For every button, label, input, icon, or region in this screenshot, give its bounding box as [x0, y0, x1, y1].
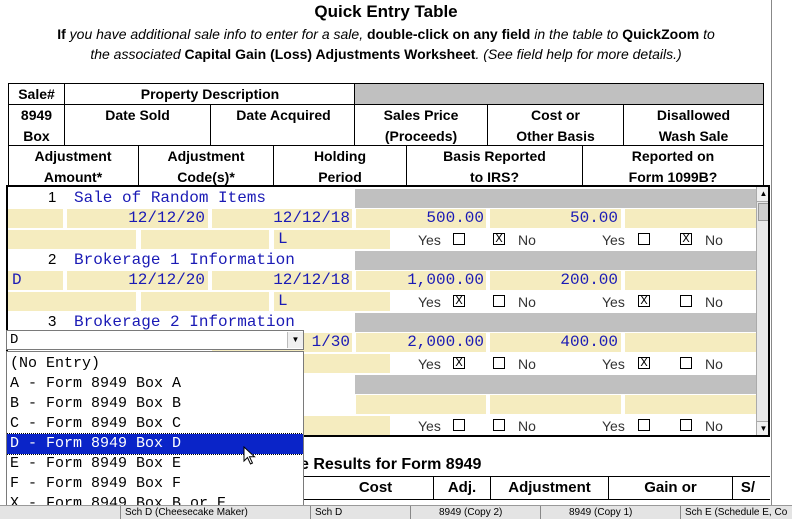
yes-label: Yes: [602, 418, 625, 434]
sales-price-field[interactable]: 500.00: [356, 209, 484, 227]
dropdown-option[interactable]: (No Entry): [7, 354, 303, 374]
header-table: Sale# Property Description 8949 Box Date …: [8, 83, 764, 186]
reported-no-checkbox[interactable]: [680, 295, 692, 307]
sale-number: 3: [48, 313, 57, 330]
mouse-cursor-icon: [243, 446, 256, 465]
table-row[interactable]: 1 Sale of Random Items 12/12/20 12/12/18…: [8, 187, 756, 249]
dropdown-option[interactable]: F - Form 8949 Box F: [7, 474, 303, 494]
basis-no-checkbox[interactable]: [493, 419, 505, 431]
no-label: No: [705, 356, 723, 372]
date-sold-field[interactable]: 12/12/20: [67, 271, 205, 289]
table-row[interactable]: 2 Brokerage 1 Information D 12/12/20 12/…: [8, 249, 756, 311]
no-label: No: [518, 294, 536, 310]
reported-yes-checkbox[interactable]: X: [638, 357, 650, 369]
no-label: No: [705, 294, 723, 310]
basis-no-checkbox[interactable]: X: [493, 233, 505, 245]
summary-col-cost: Cost: [358, 479, 393, 496]
description-field[interactable]: Brokerage 2 Information: [74, 313, 295, 331]
header-holding-period: Holding Period: [313, 148, 367, 185]
header-sale-num: Sale#: [18, 86, 55, 102]
date-acquired-field[interactable]: 12/12/18: [212, 271, 350, 289]
basis-no-checkbox[interactable]: [493, 357, 505, 369]
yes-label: Yes: [418, 356, 441, 372]
header-date-acquired: Date Acquired: [236, 107, 331, 123]
reported-yes-checkbox[interactable]: [638, 233, 650, 245]
scroll-thumb[interactable]: [758, 203, 768, 221]
header-reported-1099b: Reported on Form 1099B?: [628, 148, 718, 185]
header-adjustment-amount: Adjustment Amount*: [34, 148, 112, 185]
intro-line-1: If you have additional sale info to ente…: [57, 26, 715, 42]
sales-price-field[interactable]: 2,000.00: [356, 333, 484, 351]
scroll-down-button[interactable]: ▼: [757, 421, 768, 435]
header-sales-price: Sales Price (Proceeds): [383, 107, 459, 144]
no-label: No: [518, 356, 536, 372]
tab-sch-d[interactable]: Sch D: [310, 506, 410, 519]
vertical-scrollbar[interactable]: ▲ ▼: [756, 187, 768, 435]
header-cost-basis: Cost or Other Basis: [516, 107, 595, 144]
reported-no-checkbox[interactable]: X: [680, 233, 692, 245]
box-field[interactable]: D: [12, 271, 22, 289]
yes-label: Yes: [602, 356, 625, 372]
no-label: No: [705, 232, 723, 248]
dropdown-option[interactable]: C - Form 8949 Box C: [7, 414, 303, 434]
tab-8949-copy-1[interactable]: 8949 (Copy 1): [540, 506, 680, 519]
scroll-up-button[interactable]: ▲: [757, 187, 768, 202]
reported-yes-checkbox[interactable]: X: [638, 295, 650, 307]
page-title: Quick Entry Table: [314, 2, 458, 21]
header-date-sold: Date Sold: [105, 107, 170, 123]
cost-field[interactable]: 200.00: [490, 271, 618, 289]
no-label: No: [518, 418, 536, 434]
description-field[interactable]: Sale of Random Items: [74, 189, 266, 207]
summary-col-gain: Gain or: [644, 479, 697, 496]
tab-8949-copy-2[interactable]: 8949 (Copy 2): [410, 506, 540, 519]
basis-yes-checkbox[interactable]: X: [453, 357, 465, 369]
dropdown-list[interactable]: (No Entry) A - Form 8949 Box A B - Form …: [6, 351, 304, 514]
no-label: No: [705, 418, 723, 434]
tab-sch-d-cheesecake[interactable]: Sch D (Cheesecake Maker): [120, 506, 310, 519]
sales-price-field[interactable]: 1,000.00: [356, 271, 484, 289]
no-label: No: [518, 232, 536, 248]
yes-label: Yes: [602, 232, 625, 248]
yes-label: Yes: [418, 232, 441, 248]
intro-line-2: the associated Capital Gain (Loss) Adjus…: [90, 46, 682, 62]
dropdown-option[interactable]: A - Form 8949 Box A: [7, 374, 303, 394]
holding-period-field[interactable]: L: [278, 230, 288, 248]
sale-number: 2: [48, 251, 57, 268]
summary-col-s: S/: [740, 479, 756, 496]
basis-yes-checkbox[interactable]: X: [453, 295, 465, 307]
summary-col-adjustment: Adjustment: [508, 479, 591, 496]
date-acquired-field[interactable]: 12/12/18: [212, 209, 350, 227]
yes-label: Yes: [602, 294, 625, 310]
dropdown-option[interactable]: E - Form 8949 Box E: [7, 454, 303, 474]
basis-yes-checkbox[interactable]: [453, 233, 465, 245]
tab-sch-e[interactable]: Sch E (Schedule E, Co: [680, 506, 792, 519]
basis-no-checkbox[interactable]: [493, 295, 505, 307]
box-dropdown[interactable]: D ▼: [6, 330, 304, 350]
sale-number: 1: [48, 189, 57, 206]
header-wash-sale: Disallowed Wash Sale: [656, 107, 731, 144]
summary-header: Cost Adj. Adjustment Gain or S/: [300, 476, 770, 500]
header-adjustment-codes: Adjustment Code(s)*: [167, 148, 245, 185]
dropdown-option[interactable]: B - Form 8949 Box B: [7, 394, 303, 414]
reported-no-checkbox[interactable]: [680, 357, 692, 369]
reported-no-checkbox[interactable]: [680, 419, 692, 431]
yes-label: Yes: [418, 294, 441, 310]
dropdown-option-highlighted[interactable]: D - Form 8949 Box D: [7, 433, 303, 455]
yes-label: Yes: [418, 418, 441, 434]
summary-title: e Results for Form 8949: [300, 456, 482, 473]
summary-col-adj: Adj.: [447, 479, 477, 496]
basis-yes-checkbox[interactable]: [453, 419, 465, 431]
date-sold-field[interactable]: 12/12/20: [67, 209, 205, 227]
header-8949-box: 8949 Box: [20, 107, 53, 144]
cost-field[interactable]: 400.00: [490, 333, 618, 351]
header-basis-reported: Basis Reported to IRS?: [443, 148, 546, 185]
header-property-description: Property Description: [140, 86, 280, 102]
cost-field[interactable]: 50.00: [490, 209, 618, 227]
dropdown-selected-value: D: [10, 332, 19, 348]
holding-period-field[interactable]: L: [278, 292, 288, 310]
dropdown-arrow-button[interactable]: ▼: [287, 332, 303, 348]
reported-yes-checkbox[interactable]: [638, 419, 650, 431]
description-field[interactable]: Brokerage 1 Information: [74, 251, 295, 269]
